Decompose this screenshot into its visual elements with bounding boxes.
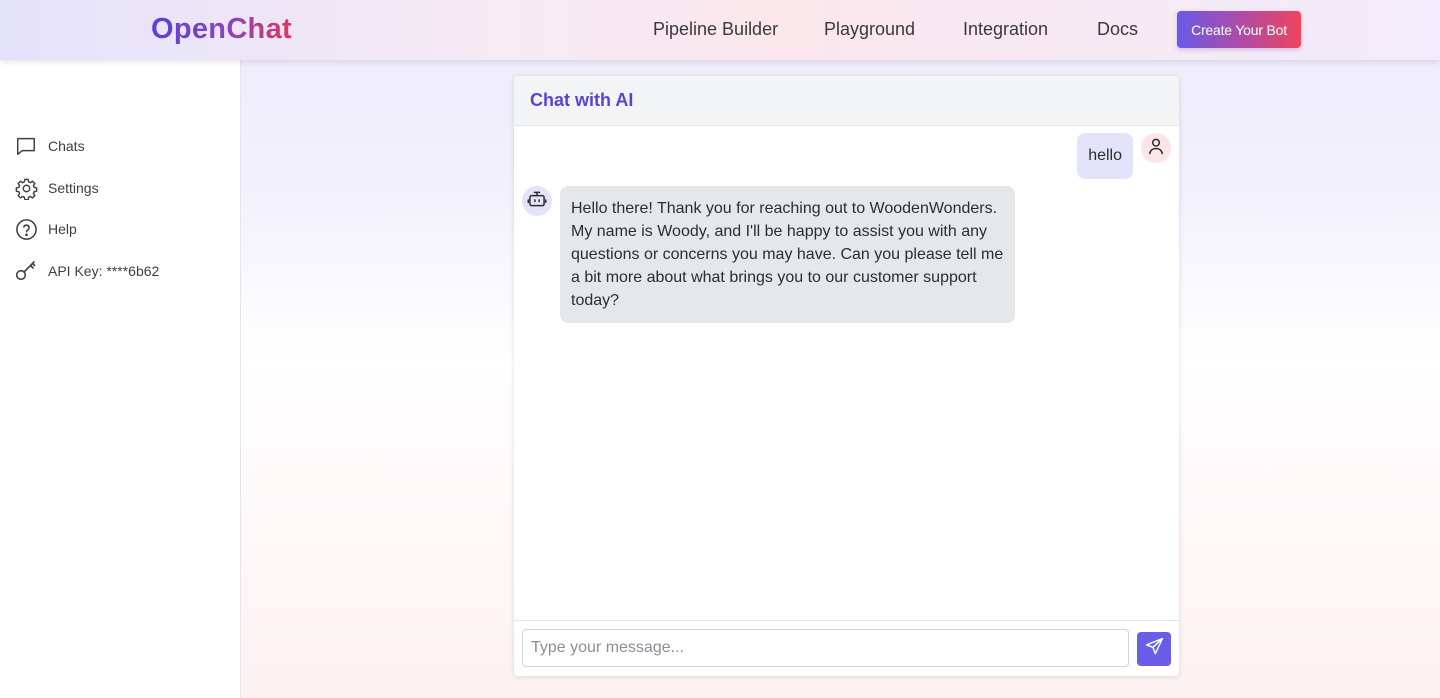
- sidebar-item-label: Help: [48, 221, 77, 237]
- app-logo[interactable]: OpenChat: [151, 11, 292, 47]
- chat-input-bar: [514, 620, 1179, 676]
- message-input[interactable]: [522, 629, 1129, 667]
- sidebar-item-help[interactable]: Help: [14, 216, 77, 242]
- sidebar-item-settings[interactable]: Settings: [14, 175, 99, 201]
- chat-panel: Chat with AI hello Hello there! Thank yo…: [514, 76, 1179, 676]
- sidebar-item-label: Chats: [48, 138, 85, 154]
- sidebar-item-api-key[interactable]: API Key: ****6b62: [14, 258, 159, 284]
- sidebar: Chats Settings Help API Key: ****6b62: [0, 60, 241, 698]
- api-key-label: API Key: ****6b62: [48, 263, 160, 279]
- gear-icon: [14, 176, 38, 200]
- chat-header: Chat with AI: [514, 76, 1179, 126]
- bot-message-bubble: Hello there! Thank you for reaching out …: [560, 186, 1015, 323]
- nav-link-docs[interactable]: Docs: [1097, 18, 1138, 40]
- user-icon: [1146, 136, 1166, 161]
- send-icon: [1145, 637, 1164, 661]
- send-button[interactable]: [1137, 632, 1171, 666]
- user-avatar: [1141, 133, 1171, 163]
- nav-link-integration[interactable]: Integration: [963, 18, 1048, 40]
- key-icon: [14, 259, 38, 283]
- chat-bubble-icon: [14, 134, 38, 158]
- bot-avatar: [522, 186, 552, 216]
- sidebar-item-chats[interactable]: Chats: [14, 133, 85, 159]
- nav-link-playground[interactable]: Playground: [824, 18, 915, 40]
- nav-link-pipeline-builder[interactable]: Pipeline Builder: [653, 18, 778, 40]
- top-navigation-bar: OpenChat Pipeline Builder Playground Int…: [0, 0, 1440, 60]
- sidebar-item-label: Settings: [48, 180, 99, 196]
- robot-icon: [527, 189, 547, 214]
- chat-title: Chat with AI: [530, 90, 634, 110]
- question-circle-icon: [14, 217, 38, 241]
- user-message-bubble: hello: [1077, 133, 1133, 179]
- create-your-bot-button[interactable]: Create Your Bot: [1177, 11, 1301, 48]
